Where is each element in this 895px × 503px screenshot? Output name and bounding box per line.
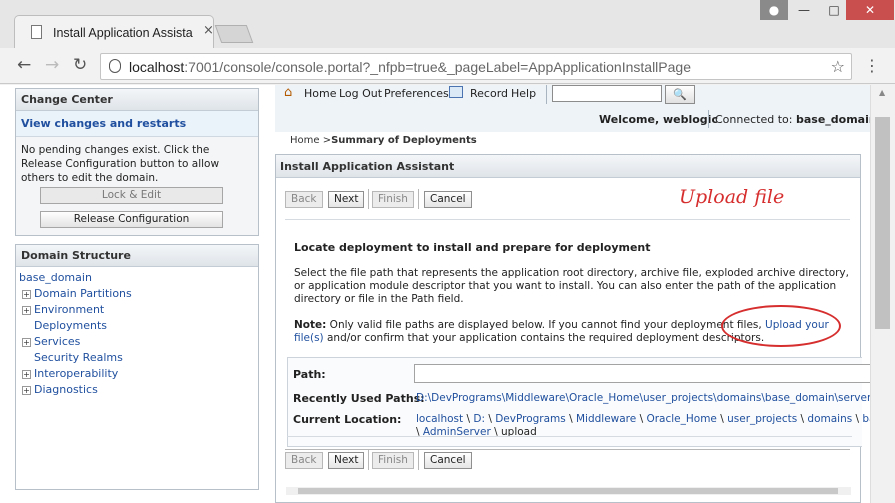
back-button-bottom[interactable]: Back <box>285 452 323 469</box>
upload-file-annotation: Upload file <box>679 186 785 208</box>
lock-edit-button[interactable]: Lock & Edit <box>40 187 223 204</box>
back-button[interactable]: Back <box>285 191 323 208</box>
change-center-text: No pending changes exist. Click the Rele… <box>21 144 220 184</box>
next-button[interactable]: Next <box>328 191 365 208</box>
divider <box>285 219 850 220</box>
location-part-link[interactable]: domains <box>807 413 852 425</box>
back-arrow-icon[interactable]: ← <box>17 55 31 75</box>
cancel-button-bottom[interactable]: Cancel <box>424 452 472 469</box>
header-divider <box>708 110 709 128</box>
home-link[interactable]: Home <box>304 87 336 100</box>
address-bar[interactable]: localhost:7001/console/console.portal?_n… <box>100 53 852 80</box>
vertical-scrollbar[interactable]: ▲ <box>870 85 895 503</box>
expand-icon[interactable]: + <box>22 385 31 395</box>
location-part-link[interactable]: Oracle_Home <box>646 413 716 425</box>
tree-item-interoperability[interactable]: + Interoperability <box>22 367 118 380</box>
search-icon[interactable]: 🔍 <box>665 85 695 104</box>
header-divider <box>546 85 547 104</box>
location-part-link[interactable]: localhost <box>416 413 463 425</box>
location-part-link[interactable]: Middleware <box>576 413 636 425</box>
star-icon[interactable]: ☆ <box>831 57 845 76</box>
change-center-title: Change Center <box>16 89 258 111</box>
location-part-link[interactable]: bas <box>862 413 870 425</box>
tree-item-domain-partitions[interactable]: + Domain Partitions <box>22 287 132 300</box>
logout-link[interactable]: Log Out <box>339 87 382 100</box>
tree-item-deployments[interactable]: Deployments <box>22 319 107 332</box>
scroll-up-icon[interactable]: ▲ <box>879 88 885 97</box>
page-viewport: Change Center View changes and restarts … <box>0 85 870 503</box>
domain-structure-panel: Domain Structure base_domain + Domain Par… <box>15 244 259 490</box>
expand-icon[interactable]: + <box>22 305 31 315</box>
lock-icon <box>109 59 121 73</box>
user-icon[interactable]: ● <box>760 0 788 20</box>
location-part-link[interactable]: user_projects <box>727 413 797 425</box>
path-form: Path: Recently Used Paths: D:\DevProgram… <box>287 357 870 447</box>
breadcrumb-current[interactable]: Summary of Deployments <box>331 135 477 146</box>
url-text: localhost:7001/console/console.portal?_n… <box>129 59 691 75</box>
browser-toolbar: ← → ↻ localhost:7001/console/console.por… <box>0 48 895 84</box>
breadcrumb: Home >Summary of Deployments <box>290 135 477 146</box>
browser-tab[interactable]: Install Application Assista × <box>14 15 214 50</box>
tab-title: Install Application Assista <box>53 26 193 40</box>
tree-item-security-realms[interactable]: Security Realms <box>22 351 123 364</box>
release-configuration-button[interactable]: Release Configuration <box>40 211 223 228</box>
tree-item-diagnostics[interactable]: + Diagnostics <box>22 383 98 396</box>
finish-button[interactable]: Finish <box>372 191 414 208</box>
finish-button-bottom[interactable]: Finish <box>372 452 414 469</box>
cancel-button[interactable]: Cancel <box>424 191 472 208</box>
path-label: Path: <box>293 368 326 381</box>
horizontal-scrollbar[interactable] <box>286 487 851 495</box>
path-input[interactable] <box>414 364 870 383</box>
welcome-text: Welcome, weblogic <box>599 113 718 126</box>
home-icon[interactable]: ⌂ <box>284 85 292 100</box>
expand-icon[interactable]: + <box>22 369 31 379</box>
expand-icon[interactable]: + <box>22 289 31 299</box>
search-input[interactable] <box>552 85 662 102</box>
tree-item-environment[interactable]: + Environment <box>22 303 104 316</box>
preferences-link[interactable]: Preferences <box>384 87 449 100</box>
tree-root-base-domain[interactable]: base_domain <box>19 271 92 284</box>
new-tab-button[interactable] <box>214 25 254 43</box>
maximize-icon[interactable]: □ <box>820 0 848 20</box>
tab-close-icon[interactable]: × <box>203 23 214 38</box>
tree-item-services[interactable]: + Services <box>22 335 80 348</box>
browser-title-bar: Install Application Assista × ● — □ ✕ <box>0 0 895 50</box>
section-title: Locate deployment to install and prepare… <box>294 241 651 254</box>
assistant-title: Install Application Assistant <box>276 155 860 178</box>
divider <box>285 449 850 450</box>
console-header: ⌂ Home Log Out Preferences Record Help 🔍… <box>275 85 870 132</box>
record-link[interactable]: Record <box>470 87 508 100</box>
help-link[interactable]: Help <box>511 87 536 100</box>
close-icon[interactable]: ✕ <box>846 0 894 20</box>
reload-icon[interactable]: ↻ <box>73 55 87 75</box>
description-text: Select the file path that represents the… <box>294 267 849 305</box>
view-changes-link[interactable]: View changes and restarts <box>16 111 258 137</box>
domain-structure-title: Domain Structure <box>16 245 258 267</box>
install-assistant-panel: Install Application Assistant Back Next … <box>275 154 870 503</box>
recent-path-link[interactable]: D:\DevPrograms\Middleware\Oracle_Home\us… <box>416 392 870 404</box>
menu-icon[interactable]: ⋮ <box>864 56 880 75</box>
location-part-link[interactable]: D: <box>473 413 485 425</box>
page-icon <box>31 25 42 39</box>
location-part-link[interactable]: DevPrograms <box>495 413 566 425</box>
record-icon[interactable] <box>449 86 463 98</box>
recent-paths-label: Recently Used Paths: <box>293 392 425 405</box>
next-button-bottom[interactable]: Next <box>328 452 365 469</box>
scrollbar-thumb[interactable] <box>298 488 838 494</box>
highlight-ellipse <box>721 305 841 347</box>
connected-text: Connected to: base_domain <box>715 113 870 126</box>
expand-icon[interactable]: + <box>22 337 31 347</box>
minimize-icon[interactable]: — <box>790 0 818 20</box>
forward-arrow-icon[interactable]: → <box>45 55 59 75</box>
change-center-panel: Change Center View changes and restarts … <box>15 88 259 236</box>
current-location-label: Current Location: <box>293 413 402 426</box>
breadcrumb-home-link[interactable]: Home <box>290 135 320 146</box>
scrollbar-thumb[interactable] <box>875 117 890 329</box>
